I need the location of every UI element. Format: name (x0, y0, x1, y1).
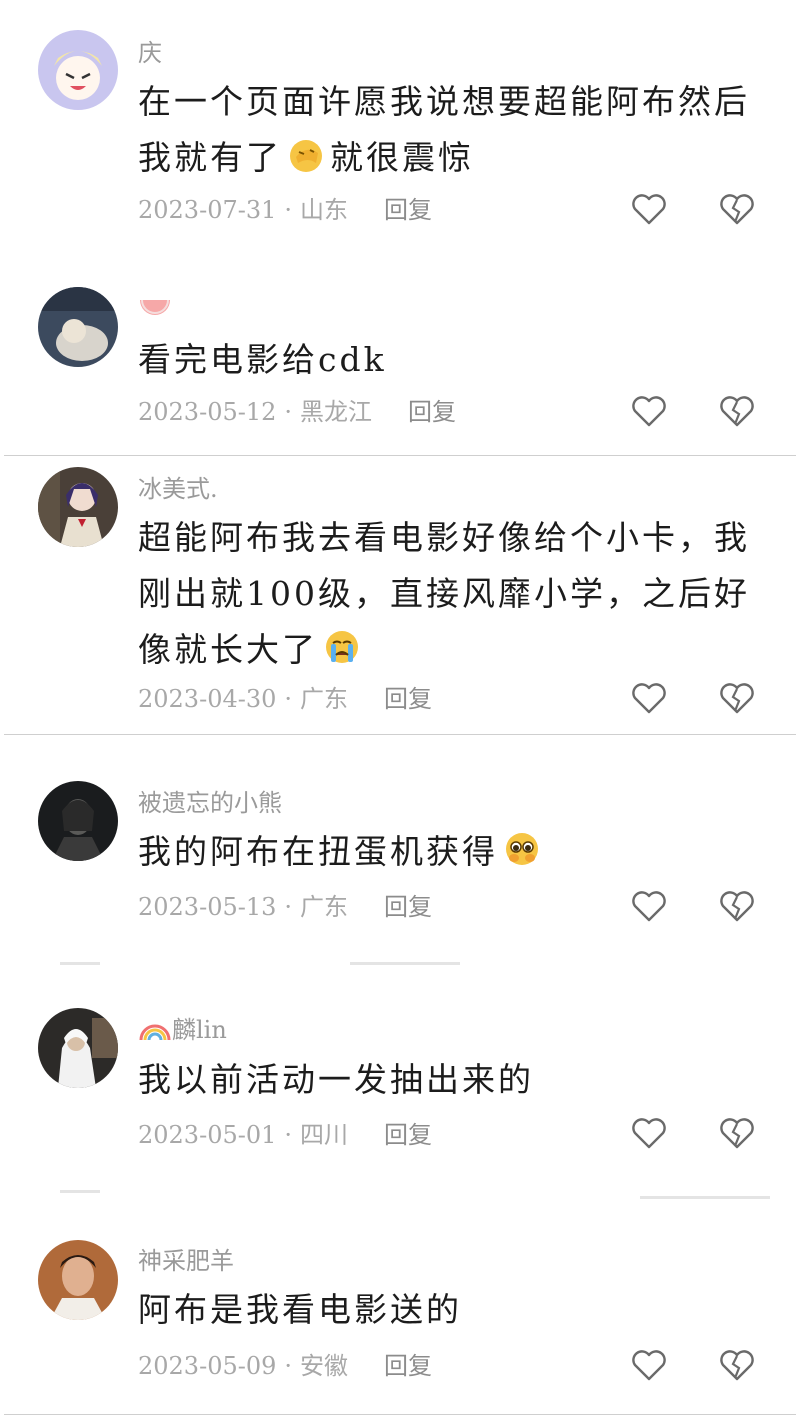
username: 被遗忘的小熊 (138, 789, 282, 817)
comment-date: 2023-04-30 (138, 685, 277, 713)
comment-meta: 2023-05-13 · 广东 回复 (138, 892, 432, 922)
comment-location: 广东 (300, 893, 349, 921)
username: 庆 (138, 39, 162, 67)
reply-button[interactable]: 回复 (384, 1121, 432, 1149)
comment-text: 我的阿布在扭蛋机获得 (138, 824, 758, 880)
comment-text-part: 就很震惊 (330, 138, 474, 177)
like-heart-icon[interactable] (630, 190, 668, 228)
username: 麟lin (172, 1016, 227, 1044)
comment-location: 四川 (300, 1121, 349, 1149)
scroll-artifact (350, 962, 460, 965)
like-heart-icon[interactable] (630, 1114, 668, 1152)
crying-emoji (322, 627, 362, 667)
comment-date: 2023-05-09 (138, 1352, 277, 1380)
avatar[interactable] (38, 1008, 118, 1088)
avatar[interactable] (38, 781, 118, 861)
scroll-artifact (60, 962, 100, 965)
comment-text-part: 超能阿布我去看电影好像给个小卡，我刚出就100级，直接风靡小学，之后好像就长大了 (138, 518, 750, 669)
divider (4, 734, 796, 735)
comment-text: 阿布是我看电影送的 (138, 1282, 758, 1338)
comment-location: 安徽 (300, 1352, 349, 1380)
username: 神采肥羊 (138, 1247, 234, 1275)
reply-button[interactable]: 回复 (384, 893, 432, 921)
avatar[interactable] (38, 287, 118, 367)
comment-location: 黑龙江 (300, 398, 373, 426)
separator: · (284, 196, 293, 224)
comment-date: 2023-05-13 (138, 893, 277, 921)
scroll-artifact (640, 1196, 770, 1199)
dislike-broken-heart-icon[interactable] (718, 1114, 756, 1152)
reply-button[interactable]: 回复 (384, 685, 432, 713)
separator: · (284, 1121, 293, 1149)
comment-text-part: 看完电影给cdk (138, 340, 387, 379)
comment-date: 2023-05-01 (138, 1121, 277, 1149)
watermelon-icon (138, 296, 172, 331)
comment-meta: 2023-05-09 · 安徽 回复 (138, 1351, 432, 1381)
comment-date: 2023-07-31 (138, 196, 277, 224)
pleading-emoji (502, 829, 542, 869)
comment-text: 超能阿布我去看电影好像给个小卡，我刚出就100级，直接风靡小学，之后好像就长大了 (138, 510, 758, 678)
comment-meta: 2023-05-12 · 黑龙江 回复 (138, 397, 456, 427)
like-heart-icon[interactable] (630, 887, 668, 925)
username-line: 麟lin (138, 1014, 227, 1045)
comment-text-part: 我的阿布在扭蛋机获得 (138, 832, 498, 871)
separator: · (284, 893, 293, 921)
reply-button[interactable]: 回复 (408, 398, 456, 426)
reply-button[interactable]: 回复 (384, 196, 432, 224)
like-heart-icon[interactable] (630, 392, 668, 430)
divider (4, 1414, 796, 1415)
username: 冰美式. (138, 475, 218, 503)
avatar[interactable] (38, 30, 118, 110)
comment-text: 看完电影给cdk (138, 332, 758, 388)
dislike-broken-heart-icon[interactable] (718, 679, 756, 717)
comment-meta: 2023-05-01 · 四川 回复 (138, 1120, 432, 1150)
comment-text-part: 我以前活动一发抽出来的 (138, 1060, 534, 1099)
comment-text: 在一个页面许愿我说想要超能阿布然后我就有了 就很震惊 (138, 74, 758, 186)
dislike-broken-heart-icon[interactable] (718, 887, 756, 925)
separator: · (284, 685, 293, 713)
comment-date: 2023-05-12 (138, 398, 277, 426)
comment-text: 我以前活动一发抽出来的 (138, 1052, 758, 1108)
avatar[interactable] (38, 467, 118, 547)
comment-text-part: 阿布是我看电影送的 (138, 1290, 462, 1329)
rainbow-icon (139, 1024, 171, 1041)
comment-meta: 2023-04-30 · 广东 回复 (138, 684, 432, 714)
comment-location: 广东 (300, 685, 349, 713)
divider (4, 455, 796, 456)
like-heart-icon[interactable] (630, 679, 668, 717)
separator: · (284, 398, 293, 426)
dislike-broken-heart-icon[interactable] (718, 1346, 756, 1384)
facepalm-emoji (286, 135, 326, 175)
comment-meta: 2023-07-31 · 山东 回复 (138, 195, 432, 225)
avatar[interactable] (38, 1240, 118, 1320)
reply-button[interactable]: 回复 (384, 1352, 432, 1380)
dislike-broken-heart-icon[interactable] (718, 190, 756, 228)
separator: · (284, 1352, 293, 1380)
scroll-artifact (60, 1190, 100, 1193)
comment-location: 山东 (300, 196, 349, 224)
dislike-broken-heart-icon[interactable] (718, 392, 756, 430)
like-heart-icon[interactable] (630, 1346, 668, 1384)
